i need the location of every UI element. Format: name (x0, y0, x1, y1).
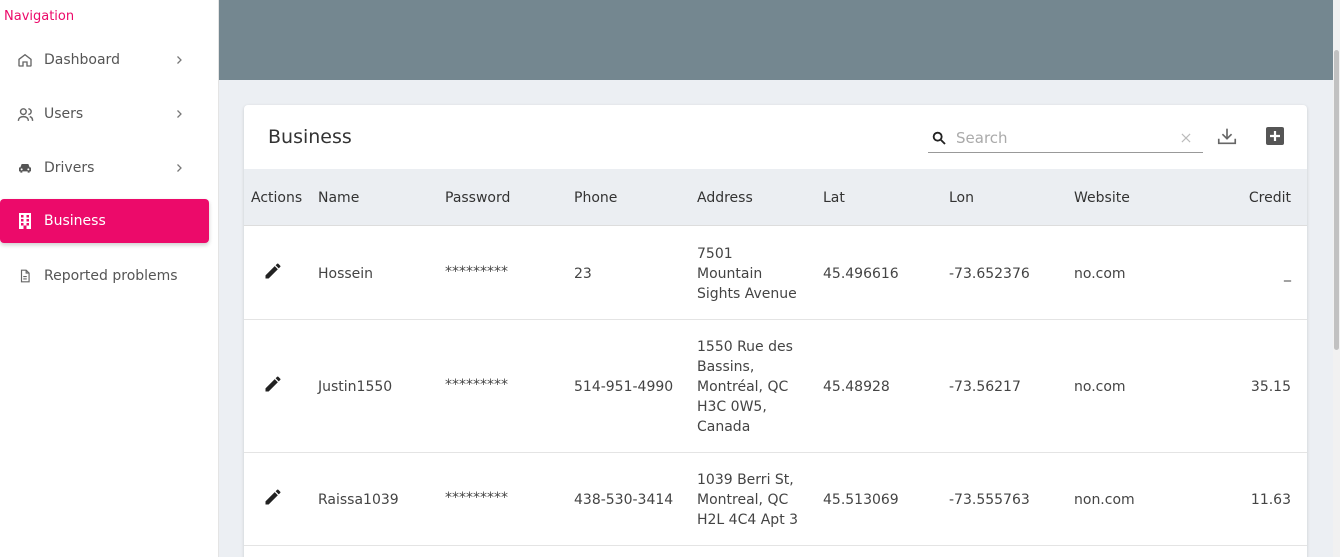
cell-lat: 45.496616 (823, 265, 899, 282)
column-header-actions[interactable]: Actions (251, 169, 302, 226)
column-header-address[interactable]: Address (697, 169, 753, 226)
building-icon (16, 212, 34, 230)
search-input[interactable] (956, 128, 1166, 147)
sidebar-item-drivers[interactable]: Drivers (0, 146, 209, 190)
edit-button[interactable] (261, 261, 285, 285)
edit-button[interactable] (261, 487, 285, 511)
edit-button[interactable] (261, 374, 285, 398)
clear-search-icon[interactable] (1176, 128, 1196, 148)
document-icon (16, 267, 34, 285)
cell-address: 7501 Mountain Sights Avenue (697, 227, 797, 320)
cell-website: non.com (1074, 491, 1135, 508)
cell-website: no.com (1074, 378, 1126, 395)
nav-heading: Navigation (4, 9, 75, 24)
column-header-lon[interactable]: Lon (949, 169, 974, 226)
add-box-icon (1265, 126, 1285, 150)
sidebar-item-label: Users (44, 106, 84, 122)
sidebar: Navigation Dashboard Users Drivers Busin (0, 0, 219, 557)
sidebar-item-business[interactable]: Business (0, 199, 209, 243)
table-header: Actions Name Password Phone Address Lat … (244, 169, 1307, 226)
address-line: 7501 (697, 245, 733, 262)
address-line: H3C 0W5, (697, 398, 767, 415)
cell-credit: _ (1284, 265, 1291, 282)
column-header-name[interactable]: Name (318, 169, 359, 226)
column-header-phone[interactable]: Phone (574, 169, 617, 226)
users-icon (16, 105, 34, 123)
address-line: Sights Avenue (697, 285, 797, 302)
sidebar-item-label: Drivers (44, 160, 95, 176)
address-line: Bassins, (697, 358, 755, 375)
column-header-password[interactable]: Password (445, 169, 510, 226)
scrollbar-thumb[interactable] (1334, 50, 1339, 350)
cell-credit: 11.63 (1250, 491, 1291, 508)
header-band (219, 0, 1333, 80)
cell-lon: -73.652376 (949, 265, 1030, 282)
sidebar-item-label: Business (44, 213, 106, 229)
cell-website: no.com (1074, 265, 1126, 282)
cell-phone: 514-951-4990 (574, 378, 674, 395)
download-icon (1216, 125, 1238, 151)
table-row: Hossein ********* 23 7501 Mountain Sight… (244, 227, 1307, 320)
column-header-lat[interactable]: Lat (823, 169, 845, 226)
address-line: 1550 Rue des (697, 338, 793, 355)
address-line: H2L 4C4 Apt 3 (697, 511, 799, 528)
table-row: Justin1550 ********* 514-951-4990 1550 R… (244, 320, 1307, 453)
cell-phone: 23 (574, 265, 592, 282)
cell-address: 1039 Berri St, Montreal, QC H2L 4C4 Apt … (697, 453, 798, 546)
cell-lat: 45.48928 (823, 378, 890, 395)
address-line: Montréal, QC (697, 378, 789, 395)
car-icon (16, 159, 34, 177)
address-line: Mountain (697, 265, 763, 282)
sidebar-item-label: Dashboard (44, 52, 120, 68)
export-button[interactable] (1215, 126, 1239, 150)
column-header-credit[interactable]: Credit (1249, 169, 1291, 226)
chevron-right-icon (169, 104, 189, 124)
sidebar-item-dashboard[interactable]: Dashboard (0, 38, 209, 82)
cell-lon: -73.56217 (949, 378, 1021, 395)
cell-phone: 438-530-3414 (574, 491, 674, 508)
cell-password: ********* (445, 376, 508, 393)
edit-pencil-icon (263, 487, 283, 511)
address-line: Canada (697, 418, 751, 435)
chevron-right-icon (169, 50, 189, 70)
chevron-right-icon (169, 158, 189, 178)
column-header-website[interactable]: Website (1074, 169, 1130, 226)
add-business-button[interactable] (1263, 126, 1287, 150)
page-title: Business (268, 126, 352, 148)
edit-pencil-icon (263, 374, 283, 398)
sidebar-item-label: Reported problems (44, 268, 178, 284)
address-line: Montreal, QC (697, 491, 789, 508)
address-line: 1039 Berri St, (697, 471, 794, 488)
cell-lon: -73.555763 (949, 491, 1030, 508)
table-row: Raissa1039 ********* 438-530-3414 1039 B… (244, 453, 1307, 546)
cell-password: ********* (445, 263, 508, 280)
page-scrollbar[interactable] (1333, 0, 1340, 557)
business-table-card: Business Actions Name Password Phone Add… (244, 105, 1307, 557)
cell-name: Justin1550 (318, 378, 393, 395)
search-icon (929, 128, 949, 148)
cell-lat: 45.513069 (823, 491, 899, 508)
cell-name: Raissa1039 (318, 491, 399, 508)
cell-address: 1550 Rue des Bassins, Montréal, QC H3C 0… (697, 320, 793, 453)
cell-password: ********* (445, 489, 508, 506)
cell-name: Hossein (318, 265, 374, 282)
cell-credit: 35.15 (1250, 378, 1291, 395)
search-box (928, 123, 1203, 153)
home-icon (16, 51, 34, 69)
sidebar-item-reported-problems[interactable]: Reported problems (0, 254, 209, 298)
sidebar-item-users[interactable]: Users (0, 92, 209, 136)
edit-pencil-icon (263, 261, 283, 285)
